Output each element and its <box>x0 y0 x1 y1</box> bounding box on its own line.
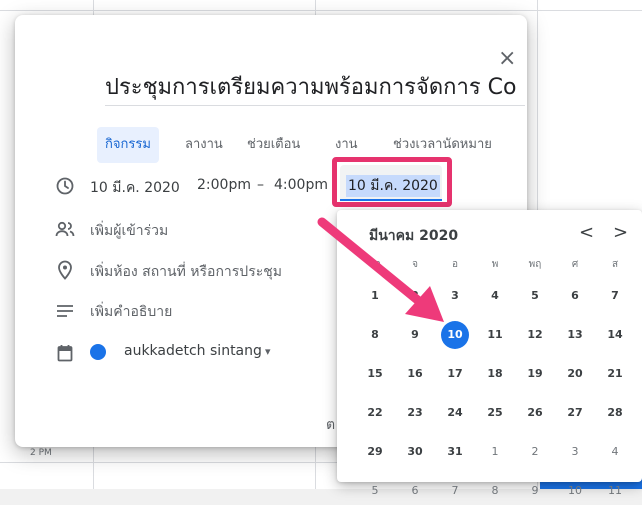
tab-reminder[interactable]: ช่วยเตือน <box>239 127 308 163</box>
calendar-icon <box>53 341 77 365</box>
clock-icon <box>53 174 77 198</box>
calendar-day[interactable]: 28 <box>601 399 629 427</box>
tab-event[interactable]: กิจกรรม <box>97 127 159 163</box>
calendar-day[interactable]: 1 <box>481 438 509 466</box>
calendar-day[interactable]: 4 <box>481 282 509 310</box>
calendar-day[interactable]: 8 <box>361 321 389 349</box>
people-icon <box>53 217 77 241</box>
event-title[interactable]: ประชุมการเตรียมความพร้อมการจัดการ Co <box>105 73 525 103</box>
calendar-day[interactable]: 2 <box>401 282 429 310</box>
add-guests[interactable]: เพิ่มผู้เข้าร่วม <box>90 220 168 242</box>
notes-icon <box>53 299 77 323</box>
end-time[interactable]: 4:00pm <box>274 177 328 193</box>
calendar-day[interactable]: 5 <box>361 477 389 505</box>
title-field[interactable]: ประชุมการเตรียมความพร้อมการจัดการ Co <box>105 73 525 106</box>
calendar-day[interactable]: 3 <box>441 282 469 310</box>
calendar-day[interactable]: 12 <box>521 321 549 349</box>
chevron-right-icon[interactable]: > <box>613 222 628 243</box>
calendar-day[interactable]: 9 <box>401 321 429 349</box>
grid-line <box>0 10 642 11</box>
calendar-day[interactable]: 2 <box>521 438 549 466</box>
calendar-day[interactable]: 20 <box>561 360 589 388</box>
calendar-day[interactable]: 16 <box>401 360 429 388</box>
weekday-label: ศ <box>571 259 579 270</box>
weekday-label: อ <box>451 259 458 270</box>
add-location[interactable]: เพิ่มห้อง สถานที่ หรือการประชุม <box>90 261 282 283</box>
weekday-label: จ <box>412 259 418 270</box>
add-description[interactable]: เพิ่มคำอธิบาย <box>90 301 172 323</box>
calendar-day[interactable]: 21 <box>601 360 629 388</box>
end-date-value[interactable]: 10 มี.ค. 2020 <box>346 175 440 197</box>
time-separator: – <box>257 177 264 193</box>
calendar-day[interactable]: 6 <box>401 477 429 505</box>
calendar-day[interactable]: 24 <box>441 399 469 427</box>
calendar-day[interactable]: 17 <box>441 360 469 388</box>
calendar-day[interactable]: 6 <box>561 282 589 310</box>
close-icon[interactable]: × <box>498 48 516 70</box>
end-date-field[interactable]: 10 มี.ค. 2020 <box>340 165 442 201</box>
more-options-button[interactable]: ต <box>326 414 335 436</box>
calendar-day[interactable]: 10 <box>441 321 469 349</box>
calendar-day[interactable]: 3 <box>561 438 589 466</box>
calendar-day[interactable]: 22 <box>361 399 389 427</box>
date-picker: มีนาคม 2020 < > อาจอพพฤศส 1 2 3 4 5 6 7 8 9 10 11 1… <box>337 210 642 497</box>
calendar-owner[interactable]: aukkadetch sintang <box>124 343 262 359</box>
calendar-day[interactable]: 14 <box>601 321 629 349</box>
calendar-day[interactable]: 10 <box>561 477 589 505</box>
calendar-day[interactable]: 15 <box>361 360 389 388</box>
time-label: 2 PM <box>30 448 52 458</box>
calendar-day[interactable]: 13 <box>561 321 589 349</box>
calendar-day[interactable]: 30 <box>401 438 429 466</box>
calendar-day[interactable]: 26 <box>521 399 549 427</box>
calendar-day[interactable]: 7 <box>601 282 629 310</box>
calendar-day[interactable]: 1 <box>361 282 389 310</box>
chevron-left-icon[interactable]: < <box>579 222 594 243</box>
calendar-day[interactable]: 8 <box>481 477 509 505</box>
calendar-color-dot <box>90 344 106 360</box>
weekday-label: ส <box>611 259 619 270</box>
calendar-day[interactable]: 11 <box>601 477 629 505</box>
calendar-day[interactable]: 11 <box>481 321 509 349</box>
calendar-day[interactable]: 5 <box>521 282 549 310</box>
calendar-day[interactable]: 19 <box>521 360 549 388</box>
weekday-label: พ <box>491 259 499 270</box>
weekday-label: พฤ <box>528 259 542 270</box>
location-pin-icon <box>53 258 77 282</box>
weekday-label: อา <box>369 259 381 270</box>
calendar-day[interactable]: 23 <box>401 399 429 427</box>
chevron-down-icon[interactable]: ▾ <box>265 345 271 358</box>
calendar-day[interactable]: 4 <box>601 438 629 466</box>
calendar-day[interactable]: 27 <box>561 399 589 427</box>
picker-month-label: มีนาคม 2020 <box>369 228 459 244</box>
calendar-day[interactable]: 25 <box>481 399 509 427</box>
calendar-day[interactable]: 18 <box>481 360 509 388</box>
calendar-day[interactable]: 7 <box>441 477 469 505</box>
calendar-day[interactable]: 31 <box>441 438 469 466</box>
start-time[interactable]: 2:00pm <box>197 177 251 193</box>
calendar-day[interactable]: 9 <box>521 477 549 505</box>
tab-out-of-office[interactable]: ลางาน <box>177 127 231 163</box>
start-date[interactable]: 10 มี.ค. 2020 <box>90 177 180 199</box>
calendar-day[interactable]: 29 <box>361 438 389 466</box>
